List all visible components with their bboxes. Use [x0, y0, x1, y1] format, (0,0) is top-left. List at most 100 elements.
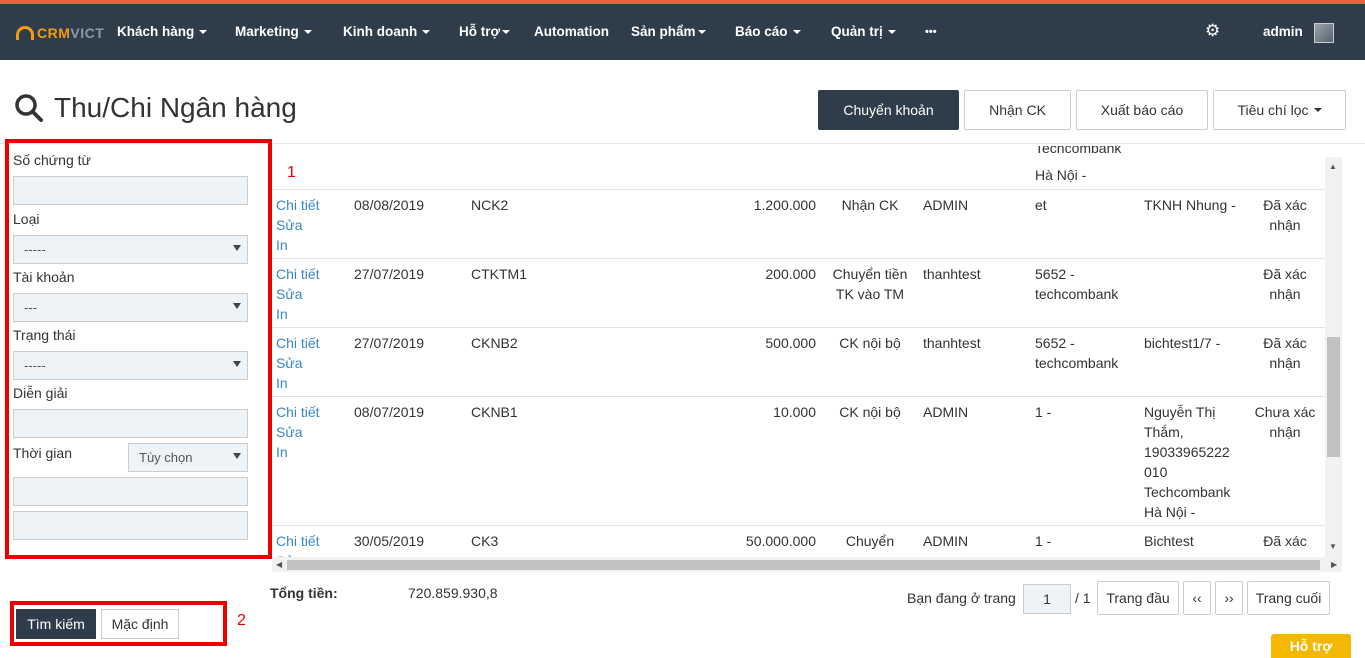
- type-cell: Chuyển tiền: [832, 266, 908, 282]
- next-page-button[interactable]: ››: [1215, 581, 1243, 615]
- detail-link[interactable]: Chi tiết: [276, 402, 320, 422]
- detail-link[interactable]: Chi tiết: [276, 333, 320, 353]
- page-header: Thu/Chi Ngân hàng: [14, 92, 297, 124]
- nav-item-more[interactable]: •••: [925, 26, 937, 38]
- date-cell: 27/07/2019: [354, 266, 425, 282]
- detail-link[interactable]: Chi tiết: [276, 264, 320, 284]
- account-select[interactable]: ---: [13, 293, 248, 322]
- print-link[interactable]: In: [276, 235, 288, 255]
- detail-link[interactable]: Chi tiết: [276, 195, 320, 215]
- logo-mark-icon: [16, 26, 34, 40]
- page-number-input[interactable]: 1: [1023, 584, 1071, 614]
- status-cell: Đã xác: [1263, 266, 1307, 282]
- export-report-button[interactable]: Xuất báo cáo: [1076, 90, 1208, 130]
- doc-code-cell: CK3: [471, 533, 499, 549]
- more-icon: •••: [925, 26, 937, 38]
- status-cell: nhận: [1269, 217, 1301, 233]
- chevron-down-icon: [303, 30, 312, 35]
- row-divider: [272, 327, 1325, 328]
- date-to-input[interactable]: [13, 511, 248, 540]
- transfer-button[interactable]: Chuyển khoản: [818, 90, 959, 130]
- type-cell: TK vào TM: [835, 286, 905, 302]
- user-cell: ADMIN: [923, 533, 969, 549]
- nav-label: Marketing: [235, 24, 299, 39]
- nav-item-marketing[interactable]: Marketing: [235, 24, 312, 39]
- account-cell: techcombank: [1035, 355, 1119, 371]
- status-label: Trạng thái: [13, 327, 76, 343]
- receive-transfer-button[interactable]: Nhận CK: [964, 90, 1071, 130]
- page-title: Thu/Chi Ngân hàng: [54, 92, 297, 123]
- nav-item-sales[interactable]: Kinh doanh: [343, 24, 431, 39]
- date-cell: 08/08/2019: [354, 197, 425, 213]
- chevron-down-icon: [792, 30, 801, 35]
- reset-default-button[interactable]: Mặc định: [101, 609, 179, 639]
- account-cell: 1 -: [1035, 533, 1052, 549]
- doc-number-label: Số chứng từ: [13, 152, 91, 168]
- partner-cell: bichtest1/7 -: [1144, 335, 1221, 351]
- doc-code-cell: CKNB2: [471, 335, 518, 351]
- logo[interactable]: CRMVICT: [16, 23, 104, 43]
- partner-cell: Bichtest: [1144, 533, 1194, 549]
- scroll-down-icon[interactable]: ▼: [1329, 542, 1337, 551]
- nav-item-reports[interactable]: Báo cáo: [735, 24, 801, 39]
- partner-cell: 19033965222: [1144, 444, 1230, 460]
- doc-number-input[interactable]: [13, 176, 248, 205]
- prev-page-button[interactable]: ‹‹: [1183, 581, 1211, 615]
- status-select-value: -----: [24, 358, 46, 373]
- search-button[interactable]: Tìm kiếm: [16, 609, 96, 639]
- partner-cell: Hà Nội -: [1144, 504, 1196, 520]
- print-link[interactable]: In: [276, 304, 288, 324]
- nav-label: Hỗ trợ: [459, 24, 501, 39]
- nav-label: Quản trị: [831, 24, 883, 39]
- edit-link[interactable]: Sửa: [276, 284, 303, 304]
- chevron-down-icon: [697, 30, 706, 35]
- filter-criteria-button[interactable]: Tiêu chí lọc: [1213, 90, 1346, 130]
- nav-label: Automation: [534, 24, 609, 39]
- type-select[interactable]: -----: [13, 235, 248, 264]
- nav-item-products[interactable]: Sản phẩm: [631, 24, 706, 39]
- status-cell: Chưa xác: [1254, 404, 1316, 420]
- logo-text: CRMVICT: [37, 25, 104, 41]
- status-cell: nhận: [1269, 286, 1301, 302]
- date-from-input[interactable]: [13, 477, 248, 506]
- time-select[interactable]: Tùy chọn: [128, 443, 248, 472]
- nav-item-admin[interactable]: Quản trị: [831, 24, 896, 39]
- user-cell: thanhtest: [923, 335, 981, 351]
- chevron-down-icon: [502, 30, 511, 35]
- row-divider: [272, 258, 1325, 259]
- scroll-right-icon[interactable]: ▶: [1331, 560, 1337, 569]
- help-button[interactable]: Hỗ trợ: [1271, 634, 1351, 658]
- partner-cell: Techcombank: [1144, 484, 1231, 500]
- time-select-value: Tùy chọn: [139, 450, 193, 465]
- nav-item-customers[interactable]: Khách hàng: [117, 24, 208, 39]
- print-link[interactable]: In: [276, 373, 288, 393]
- account-cell: et: [1035, 197, 1047, 213]
- status-cell: nhận: [1269, 424, 1301, 440]
- description-input[interactable]: [13, 409, 248, 438]
- avatar[interactable]: [1314, 23, 1334, 43]
- print-link[interactable]: In: [276, 442, 288, 462]
- first-page-button[interactable]: Trang đầu: [1097, 581, 1179, 615]
- chevron-down-icon: [1313, 108, 1322, 112]
- horizontal-scroll-thumb[interactable]: [287, 560, 1320, 570]
- edit-link[interactable]: Sửa: [276, 215, 303, 235]
- nav-label: Khách hàng: [117, 24, 195, 39]
- partner-cell: Nguyễn Thị: [1144, 404, 1216, 420]
- edit-link[interactable]: Sửa: [276, 353, 303, 373]
- nav-item-support[interactable]: Hỗ trợ: [459, 24, 511, 39]
- user-menu[interactable]: admin: [1263, 24, 1303, 39]
- gear-icon[interactable]: ⚙: [1205, 22, 1223, 40]
- scroll-up-icon[interactable]: ▲: [1329, 162, 1337, 171]
- edit-link[interactable]: Sửa: [276, 422, 303, 442]
- detail-link[interactable]: Chi tiết: [276, 531, 320, 551]
- status-select[interactable]: -----: [13, 351, 248, 380]
- last-page-button[interactable]: Trang cuối: [1247, 581, 1330, 615]
- chevron-down-icon: [199, 30, 208, 35]
- vertical-scroll-thumb[interactable]: [1327, 337, 1340, 457]
- nav-item-automation[interactable]: Automation: [534, 24, 609, 39]
- scroll-left-icon[interactable]: ◀: [276, 560, 282, 569]
- logo-sub-text: VICT: [70, 25, 105, 41]
- status-cell: Đã xác: [1263, 335, 1307, 351]
- amount-cell: 200.000: [765, 266, 816, 282]
- amount-cell: 1.200.000: [753, 197, 816, 213]
